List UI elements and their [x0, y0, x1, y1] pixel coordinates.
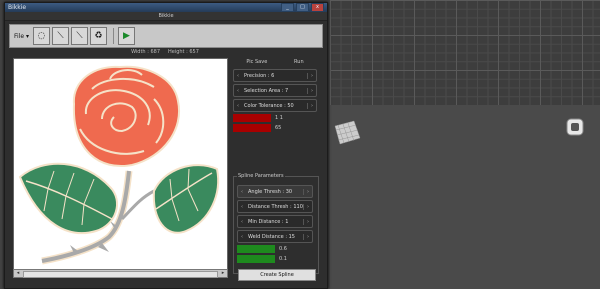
play-icon[interactable]: ▶ — [117, 27, 135, 45]
parameters-panel: Pic Save Run ‹ Precision : 6 › ‹ Selecti… — [233, 58, 319, 281]
close-button[interactable]: x — [311, 3, 324, 12]
rose-image — [18, 65, 219, 265]
panel-tabs: Pic Save Run — [233, 58, 317, 67]
swatch-value: 65 — [275, 125, 282, 131]
brush-icon[interactable]: ⟍ — [70, 27, 88, 45]
image-info-bar: Width : 687 Height : 657 — [15, 49, 315, 56]
chevron-left-icon[interactable]: ‹ — [234, 103, 242, 109]
wand-icon[interactable]: ⟍ — [51, 27, 69, 45]
min-distance-spinner[interactable]: ‹ Min Distance : 1 › — [237, 215, 313, 228]
swatch-value: 0.1 — [279, 256, 287, 262]
chevron-right-icon[interactable]: › — [307, 87, 316, 94]
selection-area-spinner[interactable]: ‹ Selection Area : 7 › — [233, 84, 317, 97]
maximize-button[interactable]: □ — [296, 3, 309, 12]
viewport-object-cube-icon[interactable] — [564, 116, 586, 138]
image-height-label: Height : 657 — [167, 49, 199, 55]
color-tolerance-spinner[interactable]: ‹ Color Tolerance : 50 › — [233, 99, 317, 112]
bikkie-window: Bikkie _ □ x Bikkie File ▾ ◌ ⟍ ⟍ ♻ ▶ Wid… — [4, 2, 328, 289]
tab-run[interactable]: Run — [294, 58, 304, 67]
select-region-icon[interactable]: ◌ — [32, 27, 50, 45]
recycle-icon[interactable]: ♻ — [89, 27, 107, 45]
viewport-lower — [330, 105, 600, 289]
chevron-left-icon[interactable]: ‹ — [238, 189, 246, 195]
chevron-right-icon[interactable]: › — [303, 233, 312, 240]
color-swatch[interactable] — [233, 114, 271, 122]
chevron-left-icon[interactable]: ‹ — [238, 204, 246, 210]
group-title: Spline Parameters — [237, 173, 285, 179]
viewport-object-mesh-icon[interactable] — [332, 118, 362, 148]
precision-spinner[interactable]: ‹ Precision : 6 › — [233, 69, 317, 82]
weld-distance-spinner[interactable]: ‹ Weld Distance : 15 › — [237, 230, 313, 243]
color-swatch-row: 0.6 — [237, 245, 313, 253]
min-distance-label: Min Distance : 1 — [248, 218, 289, 225]
window-subtitle: Bikkie — [5, 12, 327, 21]
swatch-value: 1 1 — [275, 115, 283, 121]
spline-parameters-group: Spline Parameters ‹ Angle Thresh : 30 › … — [233, 173, 319, 281]
title-bar[interactable]: Bikkie _ □ x — [5, 3, 327, 12]
window-title: Bikkie — [8, 4, 27, 11]
color-swatch-row: 1 1 — [233, 114, 317, 122]
color-tolerance-label: Color Tolerance : 50 — [244, 102, 294, 109]
horizontal-scrollbar[interactable]: ◂ ▸ — [13, 269, 228, 278]
swatch-value: 0.6 — [279, 246, 287, 252]
chevron-left-icon[interactable]: ‹ — [238, 219, 246, 225]
color-swatch[interactable] — [237, 255, 275, 263]
chevron-right-icon[interactable]: › — [307, 72, 316, 79]
toolbar: File ▾ ◌ ⟍ ⟍ ♻ ▶ — [9, 24, 323, 48]
scroll-right-icon[interactable]: ▸ — [219, 270, 227, 277]
distance-thresh-spinner[interactable]: ‹ Distance Thresh : 110 › — [237, 200, 313, 213]
scroll-thumb[interactable] — [23, 271, 218, 278]
color-swatch[interactable] — [237, 245, 275, 253]
chevron-right-icon[interactable]: › — [307, 102, 316, 109]
weld-distance-label: Weld Distance : 15 — [248, 233, 295, 240]
color-swatch-row: 0.1 — [237, 255, 313, 263]
distance-thresh-label: Distance Thresh : 110 — [248, 203, 303, 210]
angle-thresh-label: Angle Thresh : 30 — [248, 188, 293, 195]
minimize-button[interactable]: _ — [281, 3, 294, 12]
color-swatch[interactable] — [233, 124, 271, 132]
viewport-grid — [330, 0, 600, 105]
image-canvas[interactable] — [13, 58, 228, 270]
selection-area-label: Selection Area : 7 — [244, 87, 289, 94]
image-width-label: Width : 687 — [131, 49, 161, 55]
toolbar-separator — [112, 28, 114, 44]
scroll-left-icon[interactable]: ◂ — [14, 270, 22, 277]
file-menu[interactable]: File ▾ — [14, 33, 29, 40]
chevron-right-icon[interactable]: › — [303, 218, 312, 225]
color-swatch-row: 65 — [233, 124, 317, 132]
chevron-left-icon[interactable]: ‹ — [238, 234, 246, 240]
chevron-right-icon[interactable]: › — [303, 188, 312, 195]
chevron-left-icon[interactable]: ‹ — [234, 88, 242, 94]
create-spline-button[interactable]: Create Spline — [238, 269, 316, 281]
angle-thresh-spinner[interactable]: ‹ Angle Thresh : 30 › — [237, 185, 313, 198]
precision-label: Precision : 6 — [244, 72, 275, 79]
chevron-left-icon[interactable]: ‹ — [234, 73, 242, 79]
tab-pic-save[interactable]: Pic Save — [246, 58, 267, 67]
chevron-right-icon[interactable]: › — [303, 203, 312, 210]
